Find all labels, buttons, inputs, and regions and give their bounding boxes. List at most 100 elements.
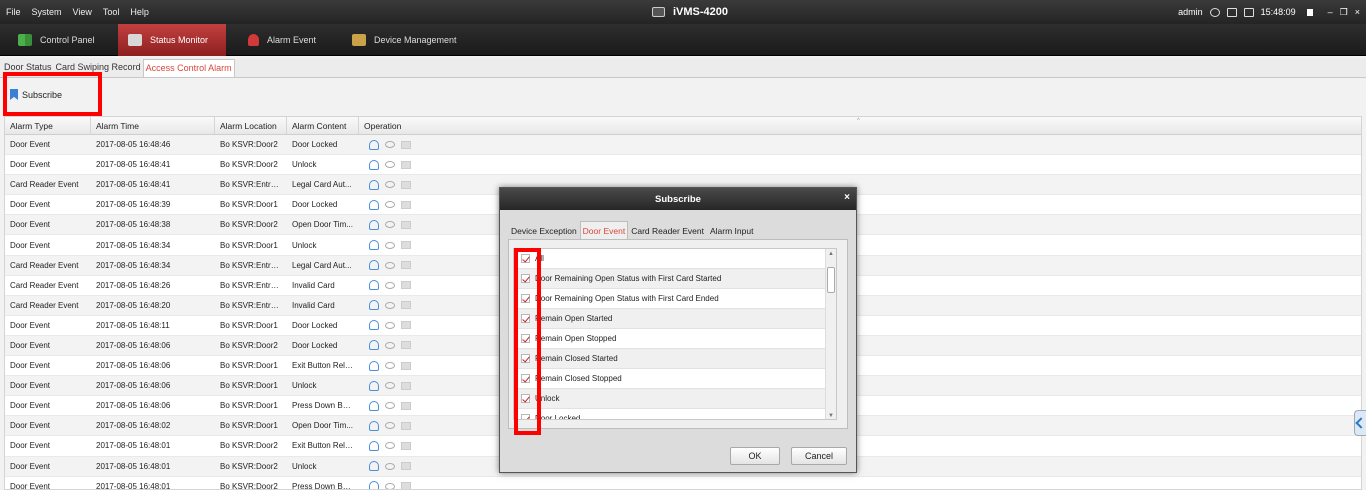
checklist-item[interactable]: Remain Open Stopped — [514, 329, 836, 349]
calendar-icon[interactable] — [1243, 7, 1254, 17]
picture-icon[interactable] — [401, 482, 411, 489]
view-eye-icon[interactable] — [385, 161, 395, 169]
view-eye-icon[interactable] — [385, 462, 395, 470]
linkage-user-icon[interactable] — [369, 260, 379, 271]
picture-icon[interactable] — [401, 301, 411, 310]
lock-icon[interactable] — [1306, 8, 1313, 16]
tab-alarm-input[interactable]: Alarm Input — [707, 221, 756, 239]
checklist-item[interactable]: Remain Closed Started — [514, 349, 836, 369]
linkage-user-icon[interactable] — [369, 300, 379, 311]
column-header-operation[interactable]: Operation — [359, 117, 419, 134]
dialog-close-icon[interactable]: × — [844, 192, 850, 203]
network-icon[interactable] — [1209, 7, 1220, 17]
linkage-user-icon[interactable] — [369, 240, 379, 251]
module-alarm-event[interactable]: Alarm Event — [238, 24, 334, 56]
view-eye-icon[interactable] — [385, 422, 395, 430]
table-row[interactable]: Door Event 2017-08-05 16:48:46 Bo KSVR:Doo… — [5, 135, 1361, 156]
picture-icon[interactable] — [401, 180, 411, 189]
linkage-user-icon[interactable] — [369, 320, 379, 331]
picture-icon[interactable] — [401, 341, 411, 350]
linkage-user-icon[interactable] — [369, 481, 379, 489]
tab-access-control-alarm[interactable]: Access Control Alarm — [142, 59, 235, 77]
view-eye-icon[interactable] — [385, 382, 395, 390]
module-status-monitor[interactable]: Status Monitor — [118, 24, 226, 56]
checklist-item[interactable]: Door Locked — [514, 409, 836, 419]
view-eye-icon[interactable] — [385, 341, 395, 349]
column-header-alarm-time[interactable]: Alarm Time — [91, 117, 215, 134]
minimize-icon[interactable]: – — [1328, 7, 1333, 17]
scroll-thumb[interactable] — [827, 267, 835, 293]
view-eye-icon[interactable] — [385, 221, 395, 229]
tab-door-event[interactable]: Door Event — [579, 221, 629, 239]
side-panel-toggle-icon[interactable] — [1354, 410, 1366, 436]
linkage-user-icon[interactable] — [369, 340, 379, 351]
linkage-user-icon[interactable] — [369, 159, 379, 170]
picture-icon[interactable] — [401, 462, 411, 471]
linkage-user-icon[interactable] — [369, 380, 379, 391]
ok-button[interactable]: OK — [730, 447, 780, 465]
view-eye-icon[interactable] — [385, 261, 395, 269]
linkage-user-icon[interactable] — [369, 280, 379, 291]
view-eye-icon[interactable] — [385, 141, 395, 149]
menu-view[interactable]: View — [73, 7, 92, 17]
restore-icon[interactable]: ❐ — [1340, 7, 1348, 18]
menu-system[interactable]: System — [32, 7, 62, 17]
checklist-item[interactable]: Door Remaining Open Status with First Ca… — [514, 269, 836, 289]
view-eye-icon[interactable] — [385, 402, 395, 410]
view-eye-icon[interactable] — [385, 442, 395, 450]
menu-tool[interactable]: Tool — [103, 7, 120, 17]
menu-file[interactable]: File — [6, 7, 21, 17]
checklist-scrollbar[interactable]: ▲ ▼ — [825, 249, 836, 419]
column-header-alarm-type[interactable]: Alarm Type — [5, 117, 91, 134]
view-eye-icon[interactable] — [385, 321, 395, 329]
picture-icon[interactable] — [401, 441, 411, 450]
tab-device-exception[interactable]: Device Exception — [508, 221, 580, 239]
close-icon[interactable]: × — [1355, 7, 1360, 17]
checklist-item[interactable]: Unlock — [514, 389, 836, 409]
cancel-button[interactable]: Cancel — [791, 447, 847, 465]
linkage-user-icon[interactable] — [369, 360, 379, 371]
checklist-item[interactable]: Door Remaining Open Status with First Ca… — [514, 289, 836, 309]
view-eye-icon[interactable] — [385, 181, 395, 189]
menu-help[interactable]: Help — [130, 7, 149, 17]
table-row[interactable]: Door Event 2017-08-05 16:48:41 Bo KSVR:Doo… — [5, 155, 1361, 176]
scroll-up-icon[interactable]: ▲ — [828, 251, 834, 257]
scroll-down-icon[interactable]: ▼ — [828, 413, 834, 419]
view-eye-icon[interactable] — [385, 241, 395, 249]
linkage-user-icon[interactable] — [369, 440, 379, 451]
picture-icon[interactable] — [401, 401, 411, 410]
picture-icon[interactable] — [401, 281, 411, 290]
module-control-panel[interactable]: Control Panel — [8, 24, 108, 56]
picture-icon[interactable] — [401, 381, 411, 390]
linkage-user-icon[interactable] — [369, 461, 379, 472]
picture-icon[interactable] — [401, 140, 411, 149]
linkage-user-icon[interactable] — [369, 139, 379, 150]
column-header-alarm-content[interactable]: Alarm Content — [287, 117, 359, 134]
linkage-user-icon[interactable] — [369, 179, 379, 190]
view-eye-icon[interactable] — [385, 362, 395, 370]
view-eye-icon[interactable] — [385, 201, 395, 209]
picture-icon[interactable] — [401, 241, 411, 250]
picture-icon[interactable] — [401, 261, 411, 270]
linkage-user-icon[interactable] — [369, 420, 379, 431]
linkage-user-icon[interactable] — [369, 199, 379, 210]
checklist-item[interactable]: Remain Open Started — [514, 309, 836, 329]
checklist-item[interactable]: Remain Closed Stopped — [514, 369, 836, 389]
table-row[interactable]: Door Event 2017-08-05 16:48:01 Bo KSVR:Doo… — [5, 476, 1361, 489]
tab-card-reader-event[interactable]: Card Reader Event — [628, 221, 707, 239]
checklist-item[interactable]: All — [514, 249, 836, 269]
module-device-management[interactable]: Device Management — [342, 24, 472, 56]
picture-icon[interactable] — [401, 321, 411, 330]
view-eye-icon[interactable] — [385, 482, 395, 489]
picture-icon[interactable] — [401, 421, 411, 430]
linkage-user-icon[interactable] — [369, 219, 379, 230]
picture-icon[interactable] — [401, 361, 411, 370]
view-eye-icon[interactable] — [385, 301, 395, 309]
view-eye-icon[interactable] — [385, 281, 395, 289]
keyboard-icon[interactable] — [1226, 7, 1237, 17]
column-header-alarm-location[interactable]: Alarm Location — [215, 117, 287, 134]
picture-icon[interactable] — [401, 200, 411, 209]
linkage-user-icon[interactable] — [369, 400, 379, 411]
user-name[interactable]: admin — [1178, 7, 1203, 17]
picture-icon[interactable] — [401, 220, 411, 229]
